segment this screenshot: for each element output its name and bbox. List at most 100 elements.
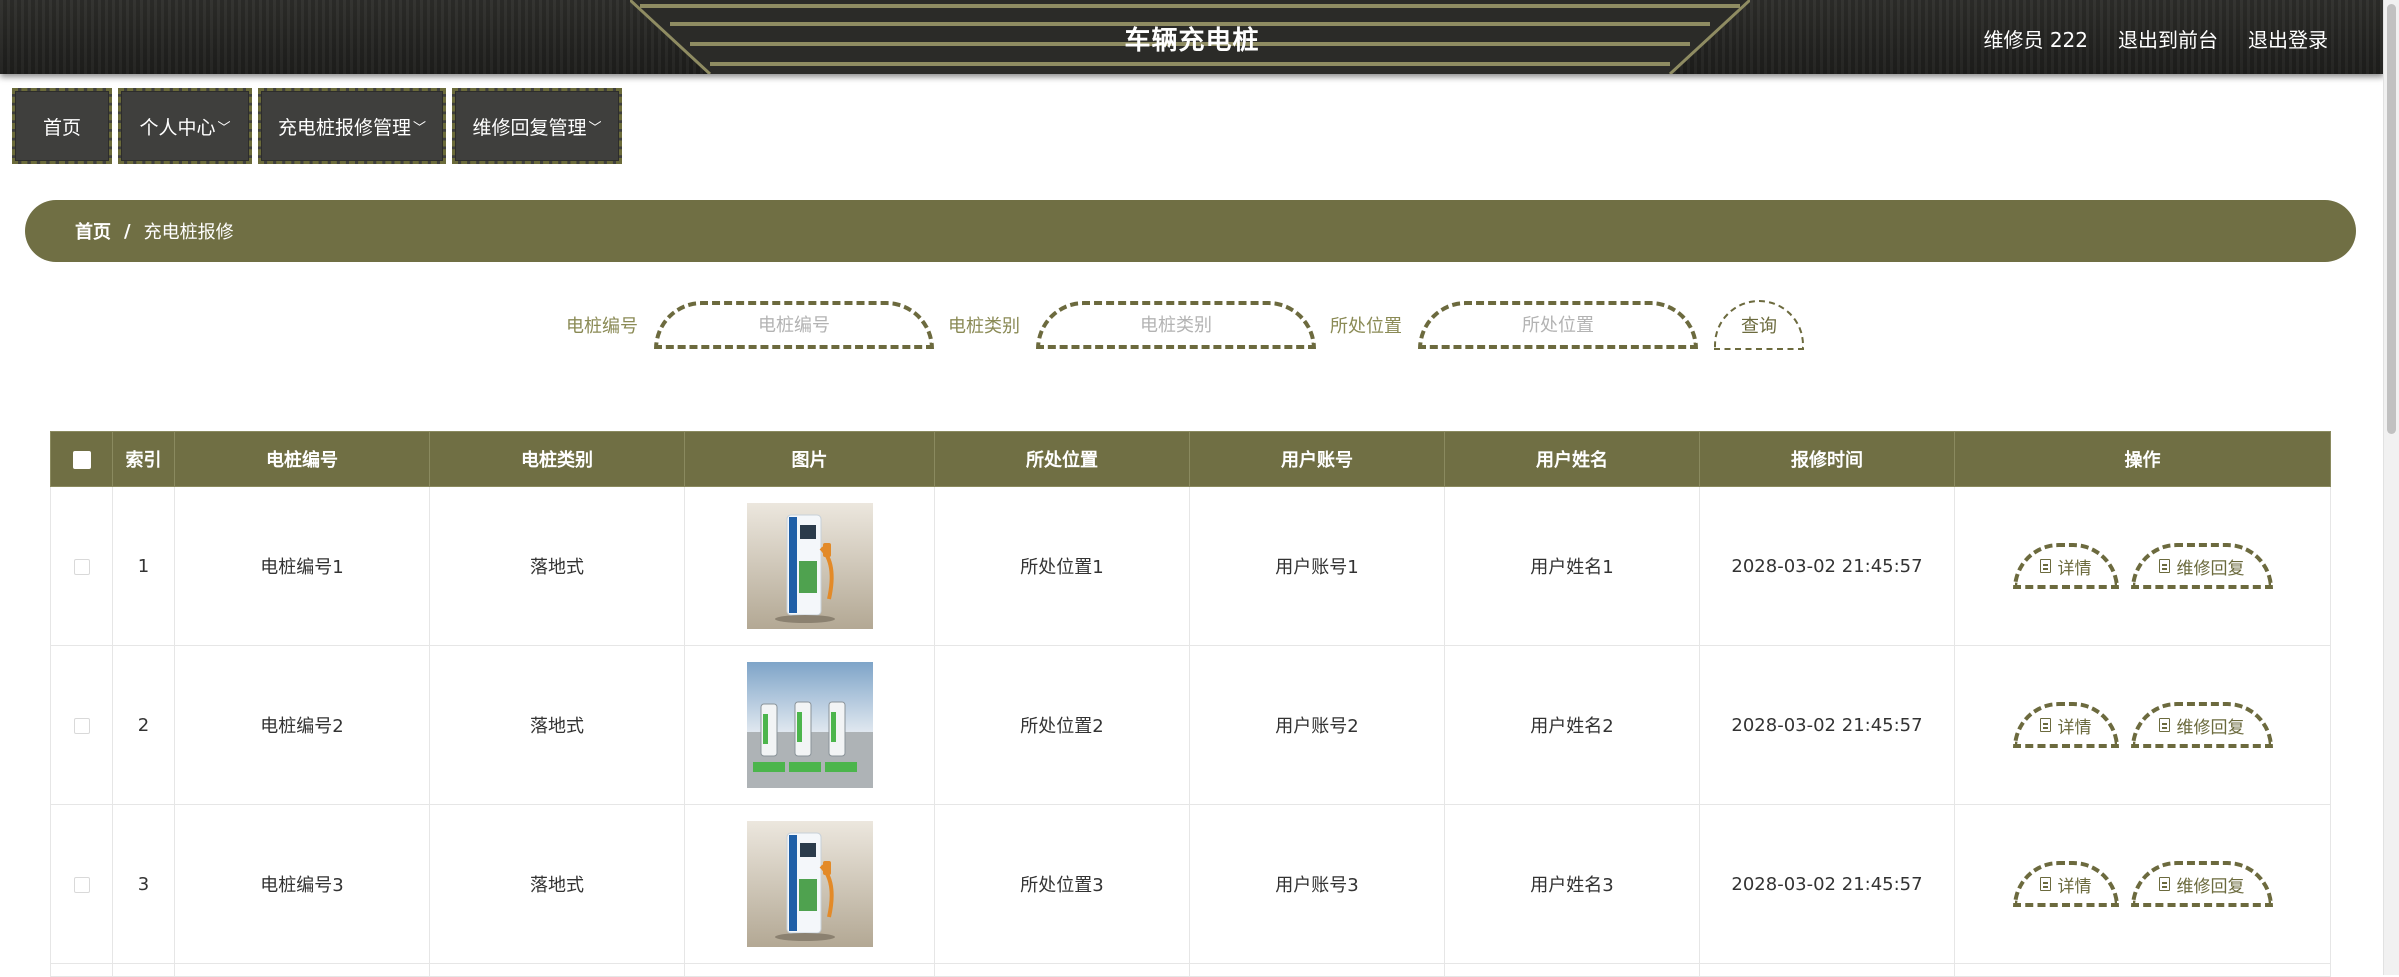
pile-type-cell: 落地式 [429,486,685,646]
location-label: 所处位置 [1330,316,1402,337]
nav-item-repair-management[interactable]: 充电桩报修管理 ﹀ [258,88,446,164]
column-header: 操作 [1954,431,2331,487]
image-cell [684,804,935,964]
column-header[interactable]: 用户姓名 [1444,431,1700,487]
scrollbar-thumb[interactable] [2387,4,2396,434]
nav-item-label: 维修回复管理 [472,116,587,139]
nav-item-label: 充电桩报修管理 [277,116,411,139]
column-header[interactable]: 索引 [112,431,175,487]
table-row: 2 电桩编号2 落地式 所处位置2 用户账号2 用户姓名2 2028-03-02… [50,645,2331,805]
pile-type-cell: 落地式 [429,645,685,805]
image-cell [684,645,935,805]
time-cell: 2028-03-02 21:45:57 [1699,486,1955,646]
detail-button[interactable]: 详情 [2012,543,2119,589]
pile-no-cell: 电桩编号2 [174,645,430,805]
row-select-cell [50,804,113,964]
nav-item-label: 首页 [42,116,81,139]
single-charger-photo[interactable] [746,821,873,947]
pile-no-label: 电桩编号 [566,316,638,337]
chevron-down-icon: ﹀ [413,120,427,136]
nav-item-label: 个人中心 [139,116,216,139]
location-cell: 所处位置2 [934,645,1190,805]
account-cell: 用户账号1 [1189,486,1445,646]
chevron-down-icon: ﹀ [217,120,231,136]
repair-table: 索引 电桩编号 电桩类别 图片 所处位置 用户账号 用户姓名 报修时间 操作 1… [50,431,2331,977]
document-icon [2039,718,2051,732]
detail-button[interactable]: 详情 [2012,861,2119,907]
table-row: 3 电桩编号3 落地式 所处位置3 用户账号3 用户姓名3 2028-03-02… [50,804,2331,964]
document-icon [2158,877,2170,891]
row-checkbox[interactable] [73,717,90,734]
repair-reply-label: 维修回复 [2176,717,2245,738]
breadcrumb-home[interactable]: 首页 [75,218,111,244]
repair-reply-button[interactable]: 维修回复 [2130,861,2273,907]
row-checkbox[interactable] [73,558,90,575]
column-header[interactable]: 报修时间 [1699,431,1955,487]
detail-button[interactable]: 详情 [2012,702,2119,748]
select-all-checkbox[interactable] [72,450,91,469]
main-nav: 首页 个人中心 ﹀ 充电桩报修管理 ﹀ 维修回复管理 ﹀ [12,88,622,164]
name-cell: 用户姓名2 [1444,645,1700,805]
column-header[interactable]: 电桩类别 [429,431,685,487]
chevron-down-icon: ﹀ [588,120,602,136]
pile-type-field-wrapper [1036,301,1316,349]
detail-label: 详情 [2057,558,2092,579]
index-cell: 2 [112,645,175,805]
row-select-cell [50,645,113,805]
index-cell: 3 [112,804,175,964]
nav-item-reply-management[interactable]: 维修回复管理 ﹀ [452,88,622,164]
location-field-wrapper [1418,301,1698,349]
row-select-cell [50,486,113,646]
logout-link[interactable]: 退出登录 [2248,24,2328,53]
repair-reply-button[interactable]: 维修回复 [2130,543,2273,589]
page-scrollbar[interactable] [2383,0,2399,975]
breadcrumb-current: 充电桩报修 [143,222,234,243]
location-input[interactable] [1433,313,1683,337]
single-charger-photo[interactable] [746,503,873,629]
column-header: 图片 [684,431,935,487]
table-row: 1 电桩编号1 落地式 所处位置1 用户账号1 用户姓名1 2028-03-02… [50,486,2331,646]
index-cell: 1 [112,486,175,646]
pile-type-label: 电桩类别 [948,316,1020,337]
pile-no-cell: 电桩编号1 [174,486,430,646]
detail-label: 详情 [2057,717,2092,738]
column-header[interactable]: 用户账号 [1189,431,1445,487]
row-checkbox[interactable] [73,876,90,893]
time-cell: 2028-03-02 21:45:57 [1699,804,1955,964]
document-icon [2158,718,2170,732]
repair-reply-label: 维修回复 [2176,558,2245,579]
query-button[interactable]: 查询 [1714,300,1804,350]
column-header[interactable]: 电桩编号 [174,431,430,487]
time-cell: 2028-03-02 21:45:57 [1699,645,1955,805]
select-all-header [50,431,113,487]
account-cell: 用户账号2 [1189,645,1445,805]
pile-no-cell: 电桩编号3 [174,804,430,964]
actions-cell: 详情 维修回复 [1954,645,2331,805]
pile-type-input[interactable] [1051,313,1301,337]
actions-cell: 详情 维修回复 [1954,804,2331,964]
column-header[interactable]: 所处位置 [934,431,1190,487]
document-icon [2039,559,2051,573]
header-links: 维修员 222 退出到前台 退出登录 [1983,24,2328,53]
nav-item-personal-center[interactable]: 个人中心 ﹀ [118,88,252,164]
breadcrumb: 首页 / 充电桩报修 [25,200,2356,262]
pile-no-field-wrapper [654,301,934,349]
location-cell: 所处位置1 [934,486,1190,646]
document-icon [2039,877,2051,891]
breadcrumb-separator: / [124,220,131,242]
table-header-row: 索引 电桩编号 电桩类别 图片 所处位置 用户账号 用户姓名 报修时间 操作 [50,431,2331,487]
top-header: 车辆充电桩 维修员 222 退出到前台 退出登录 [0,0,2384,74]
back-to-front-link[interactable]: 退出到前台 [2118,24,2218,53]
actions-cell: 详情 维修回复 [1954,486,2331,646]
current-user-label: 维修员 222 [1983,28,2088,52]
repair-reply-button[interactable]: 维修回复 [2130,702,2273,748]
pile-no-input[interactable] [669,313,919,337]
image-cell [684,486,935,646]
location-cell: 所处位置3 [934,804,1190,964]
search-form: 电桩编号 电桩类别 所处位置 查询 [566,300,1804,350]
charging-station-row-photo[interactable] [746,662,873,788]
nav-item-home[interactable]: 首页 [12,88,112,164]
name-cell: 用户姓名3 [1444,804,1700,964]
pile-type-cell: 落地式 [429,804,685,964]
name-cell: 用户姓名1 [1444,486,1700,646]
